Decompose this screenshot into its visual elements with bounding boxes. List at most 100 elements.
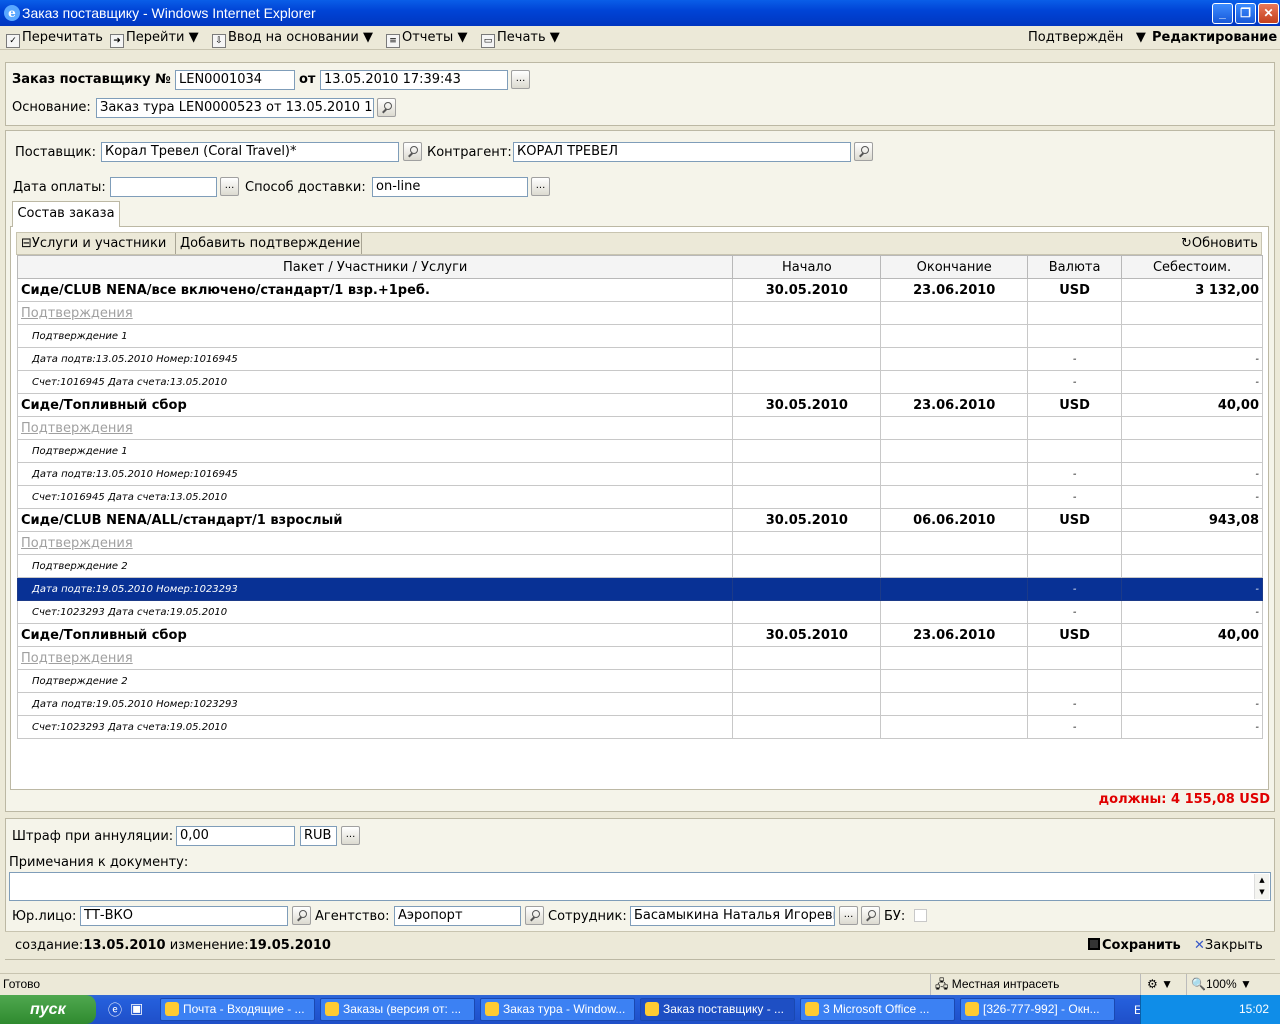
table-cell [880,301,1029,325]
close-window-button[interactable]: ✕ [1258,3,1279,24]
table-cell [880,485,1029,509]
table-row[interactable]: Подтверждения [16,531,1263,555]
supplier-search-icon[interactable] [403,142,422,161]
agency-field[interactable]: Аэропорт [394,906,521,926]
column-header[interactable]: Себестоим. [1121,255,1263,279]
reread-button[interactable]: ✓ Перечитать [6,26,103,50]
notes-textarea[interactable] [9,872,1271,901]
goto-menu[interactable]: ➜ Перейти ▼ [110,26,199,50]
table-row-selected[interactable]: Дата подтв:19.05.2010 Номер:1023293 - - [16,577,1263,601]
taskbar-item[interactable]: Заказ тура - Window... [480,998,635,1021]
taskbar-item[interactable]: 3 Microsoft Office ... [800,998,955,1021]
basis-search-icon[interactable] [377,98,396,117]
save-button[interactable]: Сохранить [1088,938,1181,953]
taskbar-item[interactable]: [326-777-992] - Окн... [960,998,1115,1021]
table-row[interactable]: Подтверждение 1 [16,439,1263,463]
employee-select-button[interactable]: ... [839,906,858,925]
agency-search-icon[interactable] [525,906,544,925]
minimize-button[interactable]: _ [1212,3,1233,24]
employee-field[interactable]: Басамыкина Наталья Игоревн [630,906,835,926]
start-button[interactable]: пуск [0,995,96,1024]
penalty-field[interactable]: 0,00 [176,826,295,846]
table-cell [732,324,882,348]
table-row[interactable]: Дата подтв:13.05.2010 Номер:1016945 - - [16,462,1263,486]
table-row[interactable]: Сиде/Топливный сбор 30.05.2010 23.06.2010 U… [16,623,1263,647]
legal-entity-field[interactable]: ТТ-ВКО [80,906,288,926]
table-cell [732,462,882,486]
tab-order-contents[interactable]: Состав заказа [12,201,120,227]
table-cell [1121,646,1263,670]
table-row[interactable]: Дата подтв:13.05.2010 Номер:1016945 - - [16,347,1263,371]
ie-quicklaunch-icon[interactable]: ⓔ [108,1000,122,1020]
taskbar-item[interactable]: Почта - Входящие - ... [160,998,315,1021]
penalty-currency-field[interactable]: RUB [300,826,337,846]
order-date-picker-button[interactable]: ... [511,70,530,89]
refresh-button[interactable]: ↻Обновить [1177,233,1261,254]
table-row[interactable]: Подтверждения [16,416,1263,440]
table-cell: USD [1027,623,1123,647]
status-menu[interactable]: Подтверждён ▼ [1028,26,1146,50]
maximize-button[interactable]: ❐ [1235,3,1256,24]
table-row[interactable]: Подтверждения [16,646,1263,670]
column-header[interactable]: Окончание [880,255,1029,279]
add-confirmation-button[interactable]: Добавить подтверждение [176,233,362,254]
pay-date-field[interactable] [110,177,217,197]
services-participants-toggle[interactable]: ⊟Услуги и участники [17,233,176,254]
bu-checkbox[interactable] [914,909,927,922]
table-row[interactable]: Счет:1016945 Дата счета:13.05.2010 - - [16,370,1263,394]
table-row[interactable]: Сиде/CLUB NENA/ALL/стандарт/1 взрослый 30… [16,508,1263,532]
table-cell: Подтверждения [16,416,734,440]
protected-mode-icon[interactable]: ⚙ ▼ [1140,974,1173,995]
counterparty-field[interactable]: КОРАЛ ТРЕВЕЛ [513,142,851,162]
supplier-field[interactable]: Корал Тревел (Coral Travel)* [101,142,399,162]
table-row[interactable]: Счет:1023293 Дата счета:19.05.2010 - - [16,600,1263,624]
column-header[interactable]: Валюта [1027,255,1123,279]
security-zone: 🖧 Местная интрасеть [930,974,1059,995]
table-row[interactable]: Счет:1023293 Дата счета:19.05.2010 - - [16,715,1263,739]
ie-icon [645,1002,659,1016]
counterparty-search-icon[interactable] [854,142,873,161]
window-titlebar: e Заказ поставщику - Windows Internet Ex… [0,0,1280,26]
column-header[interactable]: Начало [732,255,882,279]
taskbar-item[interactable]: Заказы (версия от: ... [320,998,475,1021]
zoom-control[interactable]: 🔍100% ▼ [1186,974,1252,995]
taskbar-item-active[interactable]: Заказ поставщику - ... [640,998,795,1021]
pay-date-picker-button[interactable]: ... [220,177,239,196]
delivery-select-button[interactable]: ... [531,177,550,196]
order-date-field[interactable]: 13.05.2010 17:39:43 [320,70,508,90]
table-row[interactable]: Подтверждение 2 [16,554,1263,578]
table-cell [732,646,882,670]
table-cell: Сиде/Топливный сбор [16,393,734,417]
table-row[interactable]: Счет:1016945 Дата счета:13.05.2010 - - [16,485,1263,509]
legal-entity-search-icon[interactable] [292,906,311,925]
table-cell [1027,301,1123,325]
table-row[interactable]: Сиде/CLUB NENA/все включено/стандарт/1 в… [16,278,1263,302]
column-header[interactable]: Пакет / Участники / Услуги [16,255,734,279]
employee-search-icon[interactable] [861,906,880,925]
print-menu[interactable]: ▭ Печать ▼ [481,26,560,50]
table-row[interactable]: Подтверждения [16,301,1263,325]
reports-menu[interactable]: ≡ Отчеты ▼ [386,26,467,50]
desktop-quicklaunch-icon[interactable]: ▣ [130,1000,143,1017]
notes-scrollbar[interactable]: ▲ ▼ [1254,874,1269,899]
clock[interactable]: 15:02 [1239,995,1269,1024]
input-basis-menu[interactable]: ⇩ Ввод на основании ▼ [212,26,373,50]
pay-date-label: Дата оплаты: [13,180,106,195]
taskbar: пуск ⓔ ▣ Почта - Входящие - ... Заказы (… [0,995,1280,1024]
basis-field[interactable]: Заказ тура LEN0000523 от 13.05.2010 12 [96,98,374,118]
table-row[interactable]: Сиде/Топливный сбор 30.05.2010 23.06.2010 U… [16,393,1263,417]
delivery-field[interactable]: on-line [372,177,528,197]
close-button[interactable]: ✕Закрыть [1194,938,1263,953]
order-services-table: Пакет / Участники / Услуги Начало Оконча… [16,255,1263,739]
window-title: Заказ поставщику - Windows Internet Expl… [22,5,316,21]
chevron-down-icon: ▼ [549,30,560,45]
table-cell: 30.05.2010 [732,393,882,417]
table-row[interactable]: Подтверждение 1 [16,324,1263,348]
table-row[interactable]: Дата подтв:19.05.2010 Номер:1023293 - - [16,692,1263,716]
word-icon [805,1002,819,1016]
table-cell [732,416,882,440]
penalty-currency-select-button[interactable]: ... [341,826,360,845]
table-row[interactable]: Подтверждение 2 [16,669,1263,693]
order-number-field[interactable]: LEN0001034 [175,70,295,90]
table-cell: Дата подтв:13.05.2010 Номер:1016945 [16,462,734,486]
